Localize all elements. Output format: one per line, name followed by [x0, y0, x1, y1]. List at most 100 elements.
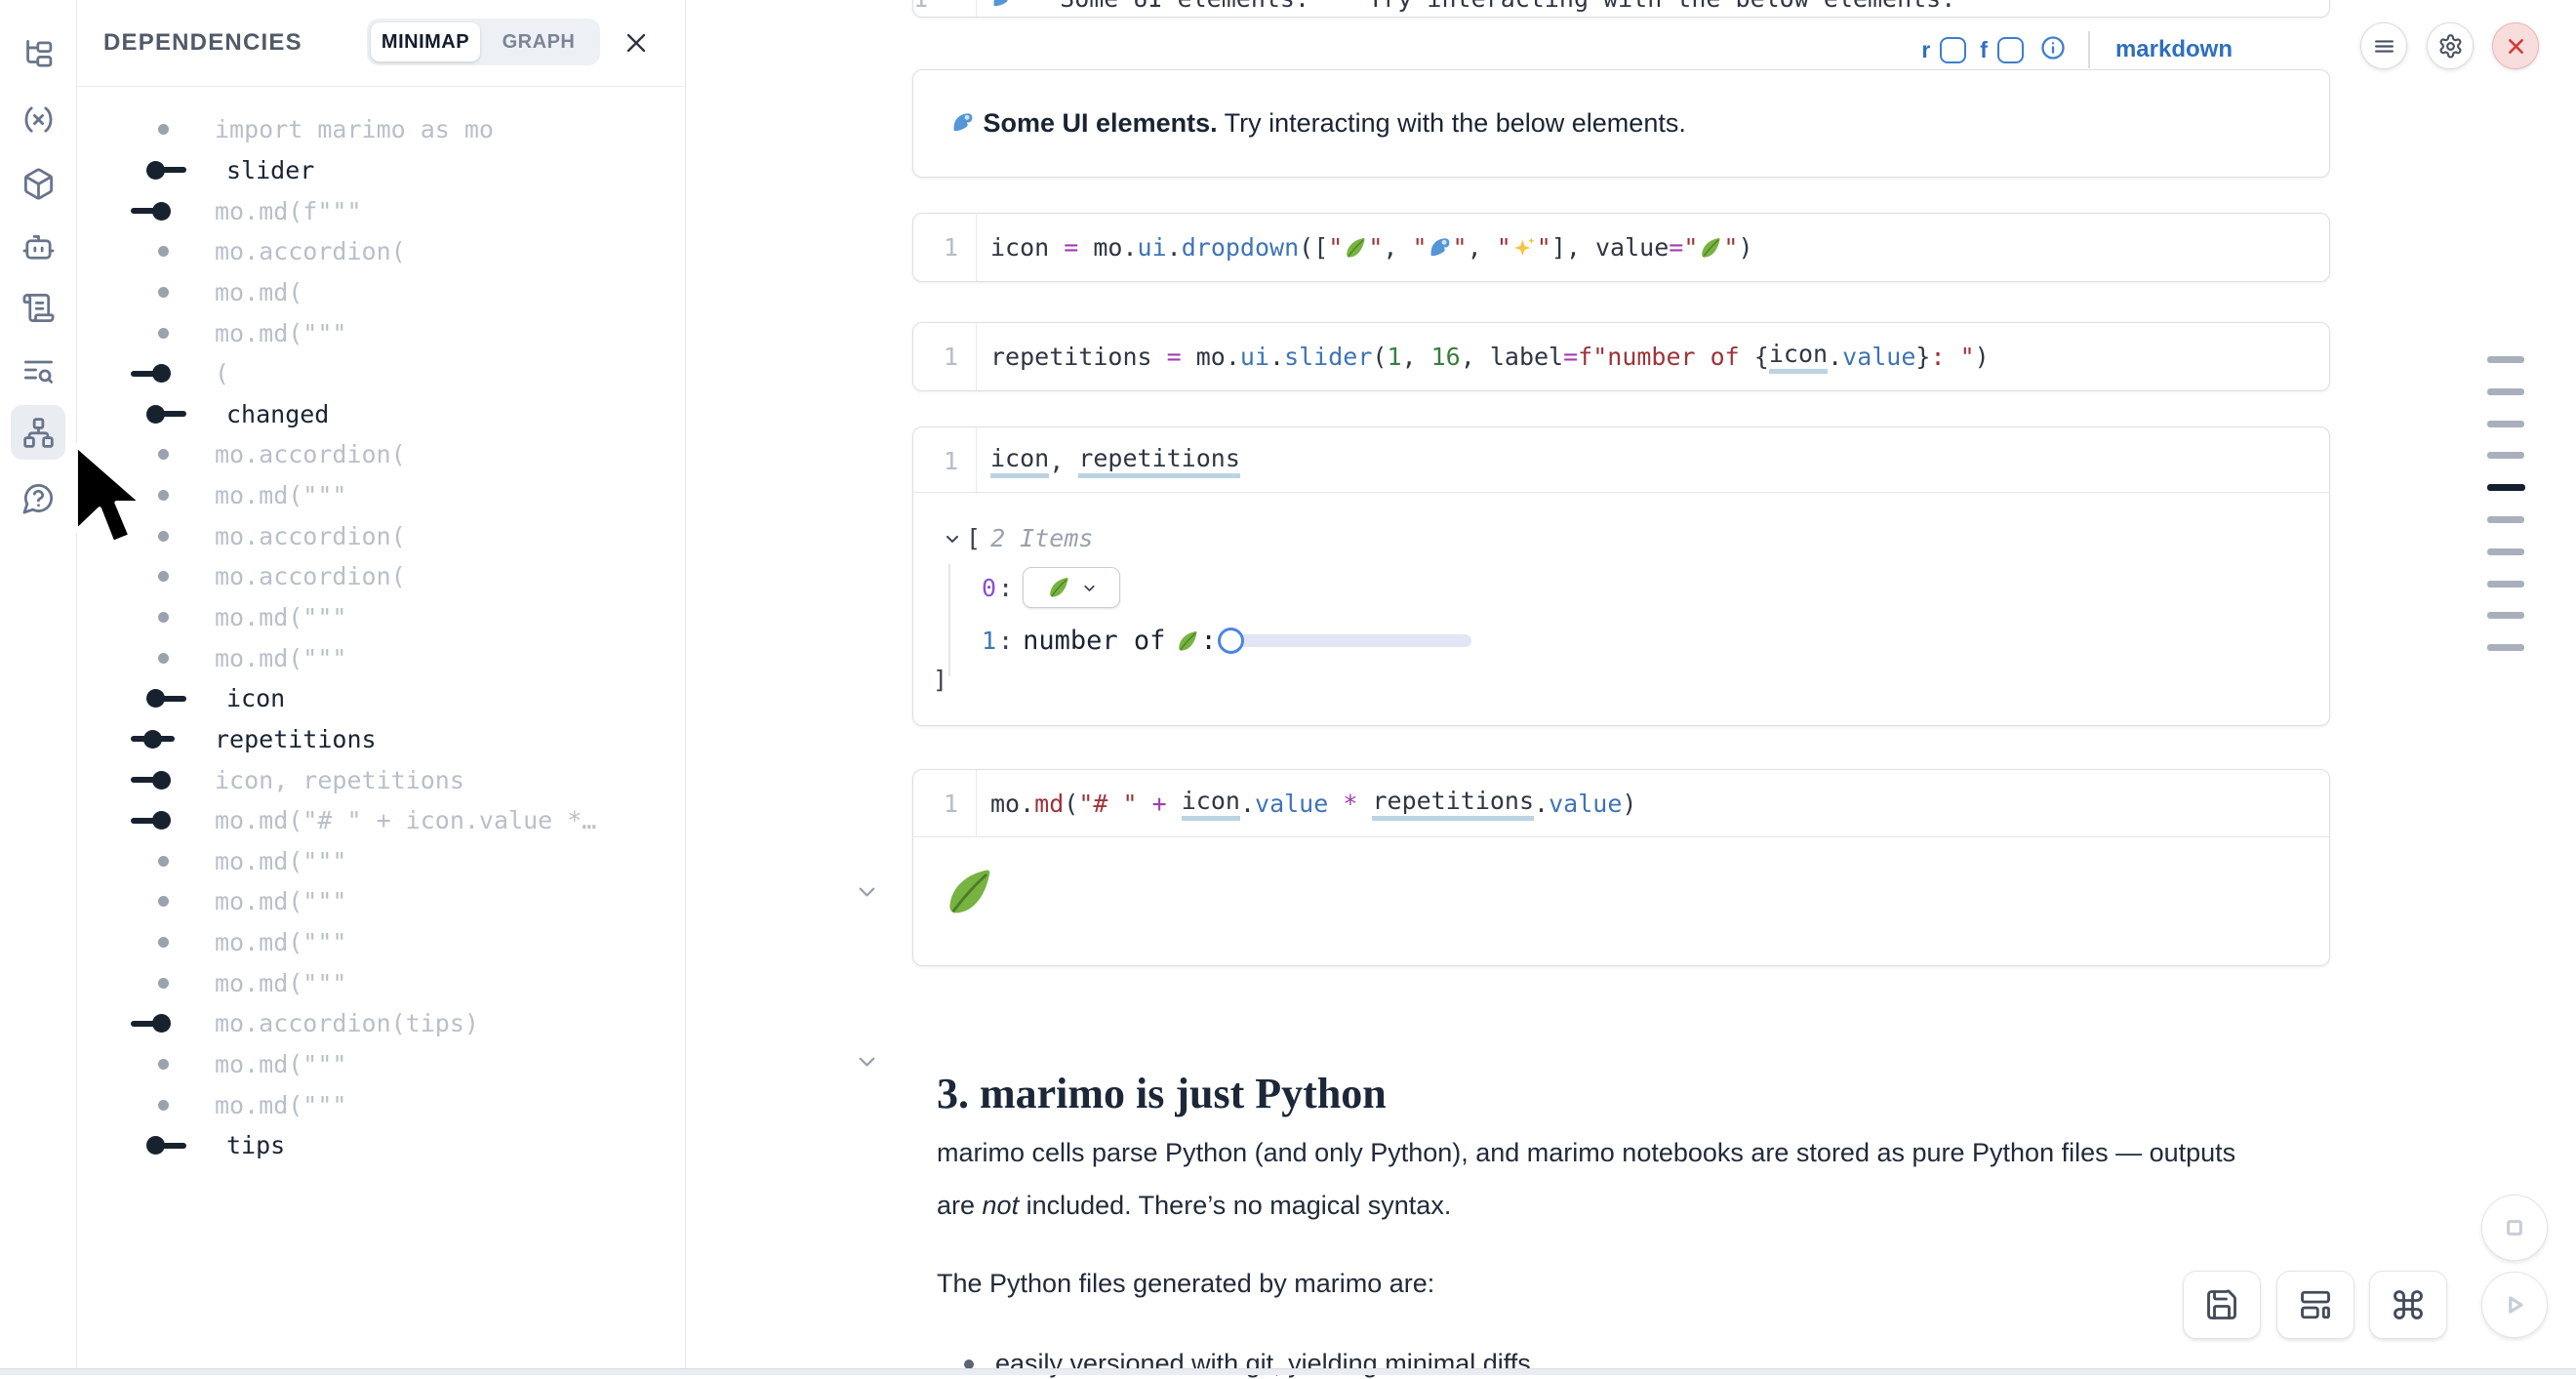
- minimap-row-label: mo.accordion(: [215, 562, 406, 590]
- fstring-checkbox[interactable]: [1997, 37, 2024, 63]
- minimap-row-label: mo.md(f""": [215, 197, 362, 225]
- code-line[interactable]: repetitions = mo.ui.slider(1, 16, label=…: [976, 323, 1990, 390]
- settings-button[interactable]: [2427, 22, 2474, 69]
- minimap-row[interactable]: import marimo as mo: [76, 109, 685, 150]
- cell-node-dot-icon: [135, 896, 191, 907]
- cell-language-toolbar: r f markdown: [1921, 28, 2233, 71]
- array-close-bracket: ]: [933, 666, 947, 694]
- minimap-row[interactable]: mo.md(""": [76, 841, 685, 882]
- cell-marker-dash[interactable]: [2487, 612, 2524, 619]
- cell-marker-dash[interactable]: [2487, 356, 2524, 363]
- layout-button[interactable]: [2276, 1271, 2355, 1339]
- minimap-row[interactable]: slider: [76, 150, 685, 191]
- cell-marker-dash[interactable]: [2487, 452, 2524, 459]
- minimap-row-label: mo.accordion(: [215, 237, 406, 265]
- minimap-row[interactable]: icon, repetitions: [76, 759, 685, 800]
- cell-marker-dash[interactable]: [2487, 644, 2524, 651]
- line-number: 1: [913, 233, 976, 262]
- minimap-row[interactable]: mo.md(""": [76, 312, 685, 353]
- minimap-row[interactable]: mo.md(""": [76, 637, 685, 678]
- minimap-row[interactable]: mo.accordion(: [76, 231, 685, 272]
- variables-icon[interactable]: [15, 96, 61, 142]
- dependencies-icon[interactable]: [15, 409, 61, 456]
- minimap-row[interactable]: (: [76, 353, 685, 394]
- minimap-row[interactable]: mo.md("# " + icon.value *…: [76, 800, 685, 841]
- minimap-row[interactable]: icon: [76, 678, 685, 719]
- minimap-row[interactable]: mo.md(""": [76, 1084, 685, 1125]
- cell-marker-dash[interactable]: [2487, 421, 2524, 427]
- code-line[interactable]: icon = mo.ui.dropdown(["", "", ""], valu…: [976, 214, 1753, 281]
- cell-node-dot-icon: [135, 490, 191, 501]
- view-toggle: MINIMAP GRAPH: [367, 19, 600, 65]
- notebook-menu-button[interactable]: [2360, 22, 2407, 69]
- code-line[interactable]: icon, repetitions: [976, 427, 1240, 494]
- shutdown-button[interactable]: [2492, 22, 2539, 69]
- dependencies-panel: DEPENDENCIES MINIMAP GRAPH import marimo…: [76, 0, 686, 1368]
- cell-marker-dash[interactable]: [2487, 548, 2524, 555]
- array-indent-guide: [948, 564, 950, 676]
- minimap-row[interactable]: repetitions: [76, 719, 685, 760]
- code-cell-tuple[interactable]: 1 icon, repetitions [ 2 Items 0 : 1 : nu…: [912, 426, 2330, 726]
- logs-search-icon[interactable]: [15, 347, 61, 394]
- stop-button[interactable]: [2481, 1195, 2548, 1261]
- minimap-row-label: mo.md(""": [215, 887, 346, 915]
- minimap-row[interactable]: mo.md(""": [76, 962, 685, 1003]
- minimap-row-label: mo.accordion(tips): [215, 1009, 479, 1037]
- bullet-dot: [964, 1359, 974, 1369]
- minimap-row[interactable]: tips: [76, 1125, 685, 1166]
- minimap-row-label: mo.md("# " + icon.value *…: [215, 806, 596, 834]
- cell-marker-dash[interactable]: [2487, 581, 2524, 588]
- cell-node-def-icon: [135, 1136, 203, 1155]
- minimap-row[interactable]: mo.md(""": [76, 1044, 685, 1085]
- minimap-row[interactable]: mo.md(f""": [76, 190, 685, 231]
- cell-marker-dash[interactable]: [2487, 388, 2524, 395]
- cell-node-def-icon: [135, 161, 203, 180]
- minimap-row[interactable]: mo.md(""": [76, 475, 685, 516]
- tab-graph[interactable]: GRAPH: [484, 22, 593, 61]
- minimap-row[interactable]: mo.md(""": [76, 922, 685, 963]
- tab-minimap[interactable]: MINIMAP: [371, 22, 480, 61]
- code-cell-slider[interactable]: 1 repetitions = mo.ui.slider(1, 16, labe…: [912, 322, 2330, 391]
- markdown-cell-editor[interactable]: 1 **Some UI elements.** Try interacting …: [912, 0, 2330, 18]
- minimap-row[interactable]: mo.accordion(: [76, 434, 685, 475]
- minimap-row[interactable]: mo.accordion(: [76, 556, 685, 597]
- cell-node-use-icon: [135, 771, 191, 790]
- minimap-row[interactable]: mo.accordion(: [76, 515, 685, 556]
- collapse-cell-icon[interactable]: [854, 878, 880, 910]
- raw-checkbox[interactable]: [1940, 37, 1966, 63]
- command-palette-button[interactable]: [2369, 1271, 2447, 1339]
- markdown-output-text: Some UI elements. Try interacting with t…: [950, 108, 1686, 139]
- info-icon[interactable]: [2039, 34, 2067, 66]
- cell-marker-dash[interactable]: [2487, 484, 2525, 491]
- minimap-row[interactable]: changed: [76, 393, 685, 434]
- cell-node-def-icon: [135, 689, 203, 708]
- markdown-output: Some UI elements. Try interacting with t…: [912, 69, 2330, 178]
- minimap-row[interactable]: mo.md(""": [76, 597, 685, 638]
- cell-node-use-icon: [135, 1014, 191, 1033]
- code-cell-md-expression[interactable]: 1 mo.md("# " + icon.value * repetitions.…: [912, 769, 2330, 966]
- close-panel-icon[interactable]: [622, 28, 651, 58]
- slider-handle[interactable]: [1218, 628, 1244, 654]
- slider-track[interactable]: [1230, 634, 1471, 647]
- file-explorer-icon[interactable]: [15, 30, 61, 77]
- minimap-row[interactable]: mo.accordion(tips): [76, 1003, 685, 1044]
- snippets-icon[interactable]: [15, 284, 61, 331]
- minimap-row[interactable]: mo.md(: [76, 272, 685, 313]
- run-button[interactable]: [2481, 1272, 2548, 1338]
- cell-node-both-icon: [135, 730, 191, 749]
- minimap-row[interactable]: mo.md(""": [76, 881, 685, 922]
- code-line[interactable]: **Some UI elements.** Try interacting wi…: [976, 0, 1955, 17]
- code-cell-dropdown[interactable]: 1 icon = mo.ui.dropdown(["", "", ""], va…: [912, 213, 2330, 282]
- code-line[interactable]: mo.md("# " + icon.value * repetitions.va…: [976, 770, 1636, 836]
- language-indicator[interactable]: markdown: [2115, 36, 2233, 63]
- collapse-array-icon[interactable]: [943, 529, 962, 548]
- cell-marker-dash[interactable]: [2487, 516, 2524, 523]
- collapse-section-icon[interactable]: [854, 1048, 880, 1079]
- save-button[interactable]: [2183, 1271, 2261, 1339]
- help-icon[interactable]: [15, 474, 61, 521]
- ai-assistant-icon[interactable]: [15, 225, 61, 272]
- leaf-emoji: [1175, 629, 1200, 654]
- minimap-row-label: icon, repetitions: [215, 766, 464, 794]
- dropdown-widget[interactable]: [1023, 567, 1120, 608]
- packages-icon[interactable]: [15, 160, 61, 207]
